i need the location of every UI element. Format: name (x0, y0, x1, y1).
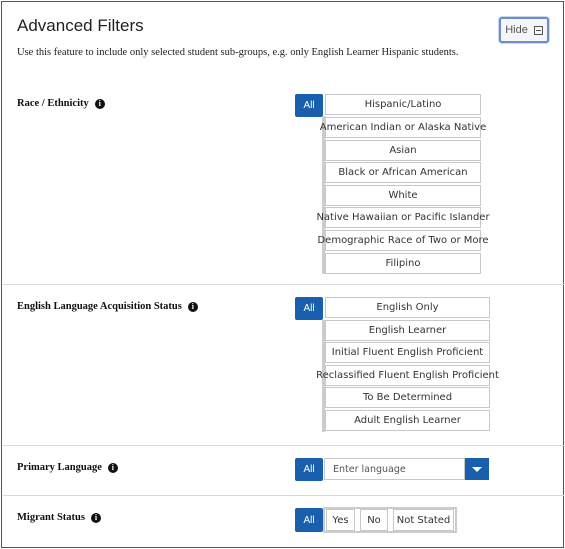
primary-language-label: Primary Language i (17, 462, 118, 473)
page-title: Advanced Filters (17, 16, 144, 35)
migrant-option-not-stated[interactable]: Not Stated (393, 509, 454, 531)
migrant-all-button[interactable]: All (295, 508, 323, 532)
hide-button-label: Hide (505, 24, 528, 36)
migrant-status-label: Migrant Status i (17, 512, 101, 523)
race-ethnicity-label-text: Race / Ethnicity (17, 98, 89, 109)
ela-all-button[interactable]: All (295, 297, 323, 320)
race-all-button[interactable]: All (295, 94, 323, 117)
race-option[interactable]: Filipino (325, 253, 481, 274)
chevron-down-icon (472, 466, 482, 472)
ela-option[interactable]: To Be Determined (325, 387, 490, 408)
race-option[interactable]: Native Hawaiian or Pacific Islander (316, 207, 490, 228)
race-option[interactable]: American Indian or Alaska Native (320, 117, 486, 138)
section-divider (3, 284, 564, 285)
info-icon[interactable]: i (187, 301, 198, 312)
ela-option[interactable]: English Learner (325, 320, 490, 341)
collapse-icon (533, 25, 543, 35)
race-ethnicity-label: Race / Ethnicity i (17, 98, 105, 109)
migrant-option-yes[interactable]: Yes (326, 509, 355, 531)
advanced-filters-panel: Advanced Filters Hide Use this feature t… (1, 1, 564, 548)
primary-language-label-text: Primary Language (17, 462, 102, 473)
ela-option[interactable]: Adult English Learner (325, 410, 490, 431)
info-icon[interactable]: i (107, 462, 118, 473)
migrant-status-label-text: Migrant Status (17, 512, 85, 523)
ela-option[interactable]: Initial Fluent English Proficient (325, 342, 490, 363)
language-dropdown-button[interactable] (465, 458, 489, 480)
language-input[interactable]: Enter language (324, 458, 465, 480)
language-all-button[interactable]: All (295, 458, 323, 481)
race-option[interactable]: Black or African American (325, 162, 481, 183)
section-divider (3, 495, 564, 496)
ela-option[interactable]: Reclassified Fluent English Proficient (316, 365, 499, 386)
hide-button[interactable]: Hide (499, 17, 549, 43)
migrant-option-no[interactable]: No (360, 509, 388, 531)
race-option[interactable]: White (325, 185, 481, 206)
ela-status-label: English Language Acquisition Status i (17, 301, 198, 312)
ela-option[interactable]: English Only (325, 297, 490, 318)
ela-status-label-text: English Language Acquisition Status (17, 301, 182, 312)
info-icon[interactable]: i (94, 98, 105, 109)
race-option[interactable]: Asian (325, 140, 481, 161)
section-divider (3, 445, 564, 446)
race-option[interactable]: Demographic Race of Two or More (317, 230, 489, 251)
race-option[interactable]: Hispanic/Latino (325, 94, 481, 115)
info-icon[interactable]: i (90, 512, 101, 523)
description-text: Use this feature to include only selecte… (17, 47, 459, 58)
